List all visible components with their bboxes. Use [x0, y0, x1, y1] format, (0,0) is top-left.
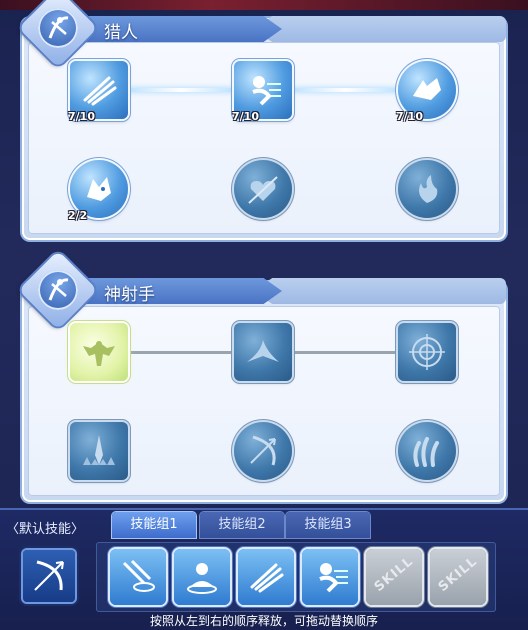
- skill-level: 2/2: [68, 209, 88, 222]
- skill-wolf[interactable]: 7/10: [396, 61, 456, 123]
- skill-link: [128, 351, 234, 354]
- empty-skill-icon: SKILL: [435, 554, 481, 595]
- bow-icon: [34, 560, 64, 591]
- bow-icon: [250, 435, 276, 466]
- tab-skill-group-2[interactable]: 技能组2: [200, 512, 284, 538]
- tab-skill-group-1[interactable]: 技能组1: [112, 512, 196, 538]
- skill-loadout-bar: 〈默认技能〉 技能组1 技能组2 技能组3 SKILL SKILL 按照从左到右…: [0, 508, 528, 630]
- skill-dash[interactable]: 7/10: [232, 61, 292, 123]
- heart-strike-icon: [248, 176, 278, 204]
- beast-icon: [87, 177, 111, 201]
- skill-target[interactable]: [398, 323, 456, 381]
- order-hint: 按照从左到右的顺序释放，可拖动替换顺序: [149, 614, 378, 628]
- fire-spirit-icon: [419, 175, 438, 203]
- skill-level: 7/10: [396, 110, 423, 123]
- skill-claw[interactable]: 7/10: [68, 61, 128, 123]
- skill-slot-row: SKILL SKILL: [96, 542, 496, 612]
- skill-eagle[interactable]: [70, 323, 128, 381]
- skill-hawk[interactable]: [234, 323, 292, 381]
- skill-level: 7/10: [68, 110, 95, 123]
- hawk-icon: [247, 340, 279, 362]
- skill-link: [128, 88, 234, 92]
- target-icon: [409, 334, 445, 370]
- marksman-banner: 神射手: [18, 250, 506, 330]
- wolf-icon: [413, 78, 441, 100]
- skill-fire-spirit[interactable]: [398, 160, 456, 218]
- skill-heart-strike[interactable]: [234, 160, 292, 218]
- skill-slot-5[interactable]: SKILL: [366, 549, 422, 605]
- claw-icon: [83, 76, 117, 106]
- claw-icon: [250, 563, 284, 593]
- skill-slot-4[interactable]: [302, 549, 358, 605]
- skill-flame-claw[interactable]: [398, 422, 456, 480]
- skill-slot-1[interactable]: [110, 549, 166, 605]
- flame-claw-icon: [413, 437, 439, 467]
- skill-link: [292, 88, 398, 92]
- skill-crystal-spikes[interactable]: [70, 422, 128, 480]
- eagle-icon: [83, 341, 115, 366]
- skill-slot-6[interactable]: SKILL: [430, 549, 486, 605]
- empty-skill-icon: SKILL: [371, 554, 417, 595]
- section-title: 猎人: [104, 23, 138, 43]
- dash-icon: [319, 563, 348, 593]
- skill-beast[interactable]: 2/2: [68, 160, 128, 222]
- section-title: 神射手: [104, 285, 155, 305]
- tab-skill-group-3[interactable]: 技能组3: [286, 512, 370, 538]
- skill-link: [292, 351, 398, 354]
- skill-slot-3[interactable]: [238, 549, 294, 605]
- meditate-icon: [187, 563, 217, 594]
- hunter-banner: 猎人: [18, 0, 506, 68]
- top-decoration: [0, 0, 528, 10]
- default-skill-slot[interactable]: [23, 550, 75, 602]
- dash-icon: [252, 76, 281, 106]
- skill-bow[interactable]: [234, 422, 292, 480]
- arrow-rain-icon: [122, 559, 155, 592]
- default-skill-label: 〈默认技能〉: [6, 522, 85, 537]
- skill-slot-2[interactable]: [174, 549, 230, 605]
- skill-level: 7/10: [232, 110, 259, 123]
- crystal-spikes-icon: [83, 435, 115, 465]
